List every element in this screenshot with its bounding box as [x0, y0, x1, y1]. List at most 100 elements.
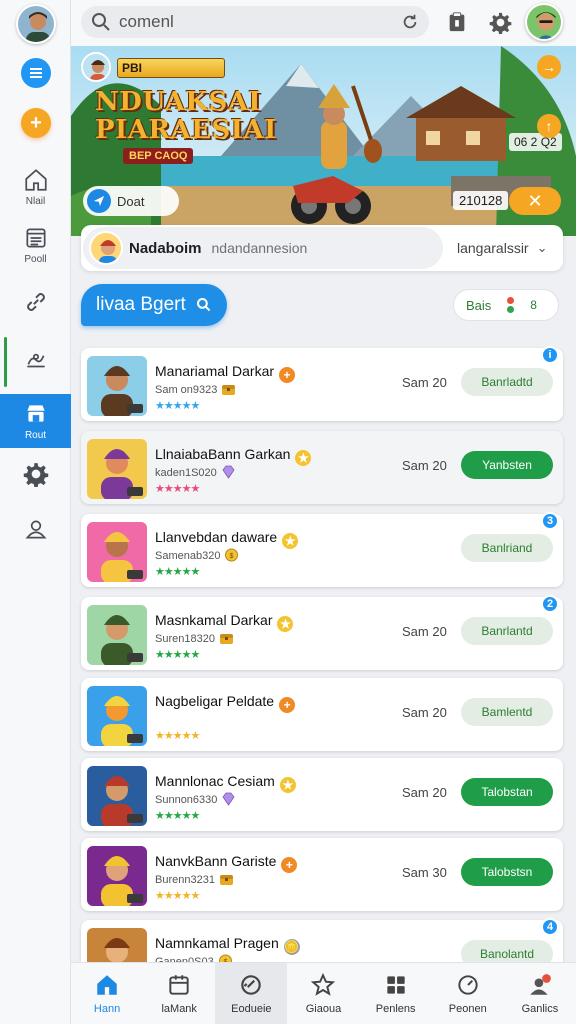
search-icon [92, 13, 110, 31]
calendar-icon [169, 975, 189, 995]
app-action-button[interactable]: Talobstan [461, 778, 553, 806]
app-score: Sam 20 [402, 375, 447, 390]
filter-button[interactable]: livaa Bgert [81, 284, 227, 326]
app-list-item[interactable]: Namnkamal Pragen🪙Ganen0S03$Banolantd4 [81, 918, 563, 988]
gauge-icon [458, 975, 478, 995]
profile-strip[interactable]: Nadaboim ndandannesion langaralssir ⌄ [81, 225, 563, 271]
sidebar-item-user[interactable] [0, 502, 71, 556]
search-input[interactable] [119, 12, 379, 32]
banner-code: 210128 [453, 191, 509, 210]
sidebar-item-storefront[interactable]: Rout [0, 394, 71, 448]
star-badge-icon: 🪙 [283, 939, 300, 955]
settings-button[interactable] [488, 10, 512, 34]
app-action-button[interactable]: Banrlantd [461, 617, 553, 645]
hamburger-icon [30, 68, 42, 78]
home-icon [24, 169, 47, 191]
chevron-down-icon[interactable]: ⌄ [537, 240, 548, 256]
featured-banner[interactable]: PBI NDUAKSAI PIARAESIAI BEP CAOQ → 06 2 … [71, 46, 576, 236]
app-score: Sam 20 [402, 705, 447, 720]
plus-badge-icon: + [279, 367, 296, 383]
menu-button[interactable] [21, 58, 51, 88]
sidebar-item-label: Rout [24, 430, 47, 441]
app-title: NanvkBann Gariste + [155, 853, 298, 873]
close-icon: ✕ [527, 190, 543, 211]
status-toggle[interactable]: Bais 8 [453, 289, 559, 321]
app-subtitle-text: Suren18320 [155, 633, 215, 645]
banner-pill-label: Doat [117, 193, 145, 209]
info-badge: i [541, 346, 559, 364]
app-list-item[interactable]: Nagbeligar Peldate + ★★★★★ Sam 20 Bamlentd [81, 678, 563, 751]
search-icon [196, 298, 211, 312]
app-title-text: Llanvebdan daware [155, 529, 278, 545]
nav-home[interactable]: Hann [71, 963, 143, 1024]
app-title: LlnaiabaBann Garkan ★ [155, 446, 312, 466]
nav-label: Peonen [448, 1003, 487, 1015]
banner-action-pill[interactable]: Doat [83, 186, 179, 216]
app-subtitle: Sunnon6330 [155, 792, 236, 806]
app-action-button[interactable]: Talobstsn [461, 858, 553, 886]
chart-icon [26, 353, 45, 368]
plus-badge-icon: + [281, 857, 298, 873]
app-list-item[interactable]: Mannlonac Cesiam ★ Sunnon6330 ★★★★★ Sam 20 Ta… [81, 758, 563, 831]
app-score: Sam 20 [402, 624, 447, 639]
app-subtitle-text: Sunnon6330 [155, 794, 218, 806]
clipboard-button[interactable] [445, 10, 469, 34]
sidebar-item-home[interactable]: Nlail [0, 160, 71, 214]
clipboard-icon [449, 12, 465, 32]
app-subtitle: Burenn3231 [155, 872, 234, 886]
plus-badge-icon: + [279, 697, 296, 713]
info-badge: 4 [541, 918, 559, 936]
refresh-icon[interactable] [401, 13, 419, 31]
app-title: Nagbeligar Peldate + [155, 693, 296, 713]
nav-grid[interactable]: Penlens [360, 963, 432, 1024]
star-badge-icon: ★ [277, 616, 294, 632]
app-action-button[interactable]: Yanbsten [461, 451, 553, 479]
banner-forward-button[interactable]: → [537, 55, 561, 79]
app-thumbnail [87, 686, 147, 746]
chest-icon [219, 872, 234, 886]
profile-avatar[interactable] [525, 3, 563, 41]
navigation-icon [87, 189, 111, 213]
search-bar[interactable] [81, 6, 429, 38]
app-thumbnail [87, 766, 147, 826]
app-title-text: Namnkamal Pragen [155, 935, 279, 951]
app-list-item[interactable]: Manariamal Darkar + Sam on9323 ★★★★★ Sam 20 B… [81, 346, 563, 421]
nav-label: Eodueie [231, 1003, 272, 1015]
rating-stars: ★★★★★ [155, 400, 200, 412]
sidebar-item-chart[interactable] [0, 333, 71, 387]
app-title: Namnkamal Pragen 🪙 [155, 935, 300, 955]
nav-star[interactable]: Giaoua [287, 963, 359, 1024]
banner-avatar [81, 52, 111, 82]
nav-profile[interactable]: Ganlics [504, 963, 576, 1024]
app-list-item[interactable]: Llanvebdan daware ★ Samenab320 $ ★★★★★ Banlri… [81, 512, 563, 587]
sidebar-item-link[interactable] [0, 275, 71, 329]
app-subtitle: kaden1S020 [155, 465, 236, 479]
sidebar-item-document[interactable]: Pooll [0, 218, 71, 272]
grid-icon [386, 976, 405, 994]
profile-description: ndandannesion [211, 240, 308, 256]
app-action-button[interactable]: Banlriand [461, 534, 553, 562]
app-action-button[interactable]: Bamlentd [461, 698, 553, 726]
rating-stars: ★★★★★ [155, 566, 200, 578]
profile-chip[interactable]: Nadaboim ndandannesion [83, 227, 443, 269]
banner-subtitle: BEP CAOQ [123, 148, 194, 164]
nav-calendar[interactable]: laMank [143, 963, 215, 1024]
coin-icon: $ [224, 548, 239, 562]
language-select[interactable]: langaralssir [457, 240, 529, 256]
user-avatar[interactable] [16, 4, 56, 44]
app-list-item[interactable]: Masnkamal Darkar ★ Suren18320 ★★★★★ Sam 20 Ba… [81, 595, 563, 670]
app-title: Llanvebdan daware ★ [155, 529, 299, 549]
app-score: Sam 20 [402, 785, 447, 800]
nav-gauge[interactable]: Peonen [432, 963, 504, 1024]
star-badge-icon: ★ [282, 533, 299, 549]
app-action-button[interactable]: Banrladtd [461, 368, 553, 396]
nav-link[interactable]: Eodueie [215, 963, 288, 1024]
traffic-light-icon [507, 297, 515, 313]
sidebar-item-settings[interactable] [0, 447, 71, 501]
app-title: Masnkamal Darkar ★ [155, 612, 294, 632]
app-list-item[interactable]: NanvkBann Gariste + Burenn3231 ★★★★★ Sam 30 T… [81, 838, 563, 911]
app-list-item[interactable]: LlnaiabaBann Garkan ★ kaden1S020 ★★★★★ Sam 2… [81, 431, 563, 504]
banner-close-button[interactable]: ✕ [509, 187, 561, 215]
banner-up-button[interactable]: ↑ [537, 114, 561, 138]
add-button[interactable]: + [21, 108, 51, 138]
